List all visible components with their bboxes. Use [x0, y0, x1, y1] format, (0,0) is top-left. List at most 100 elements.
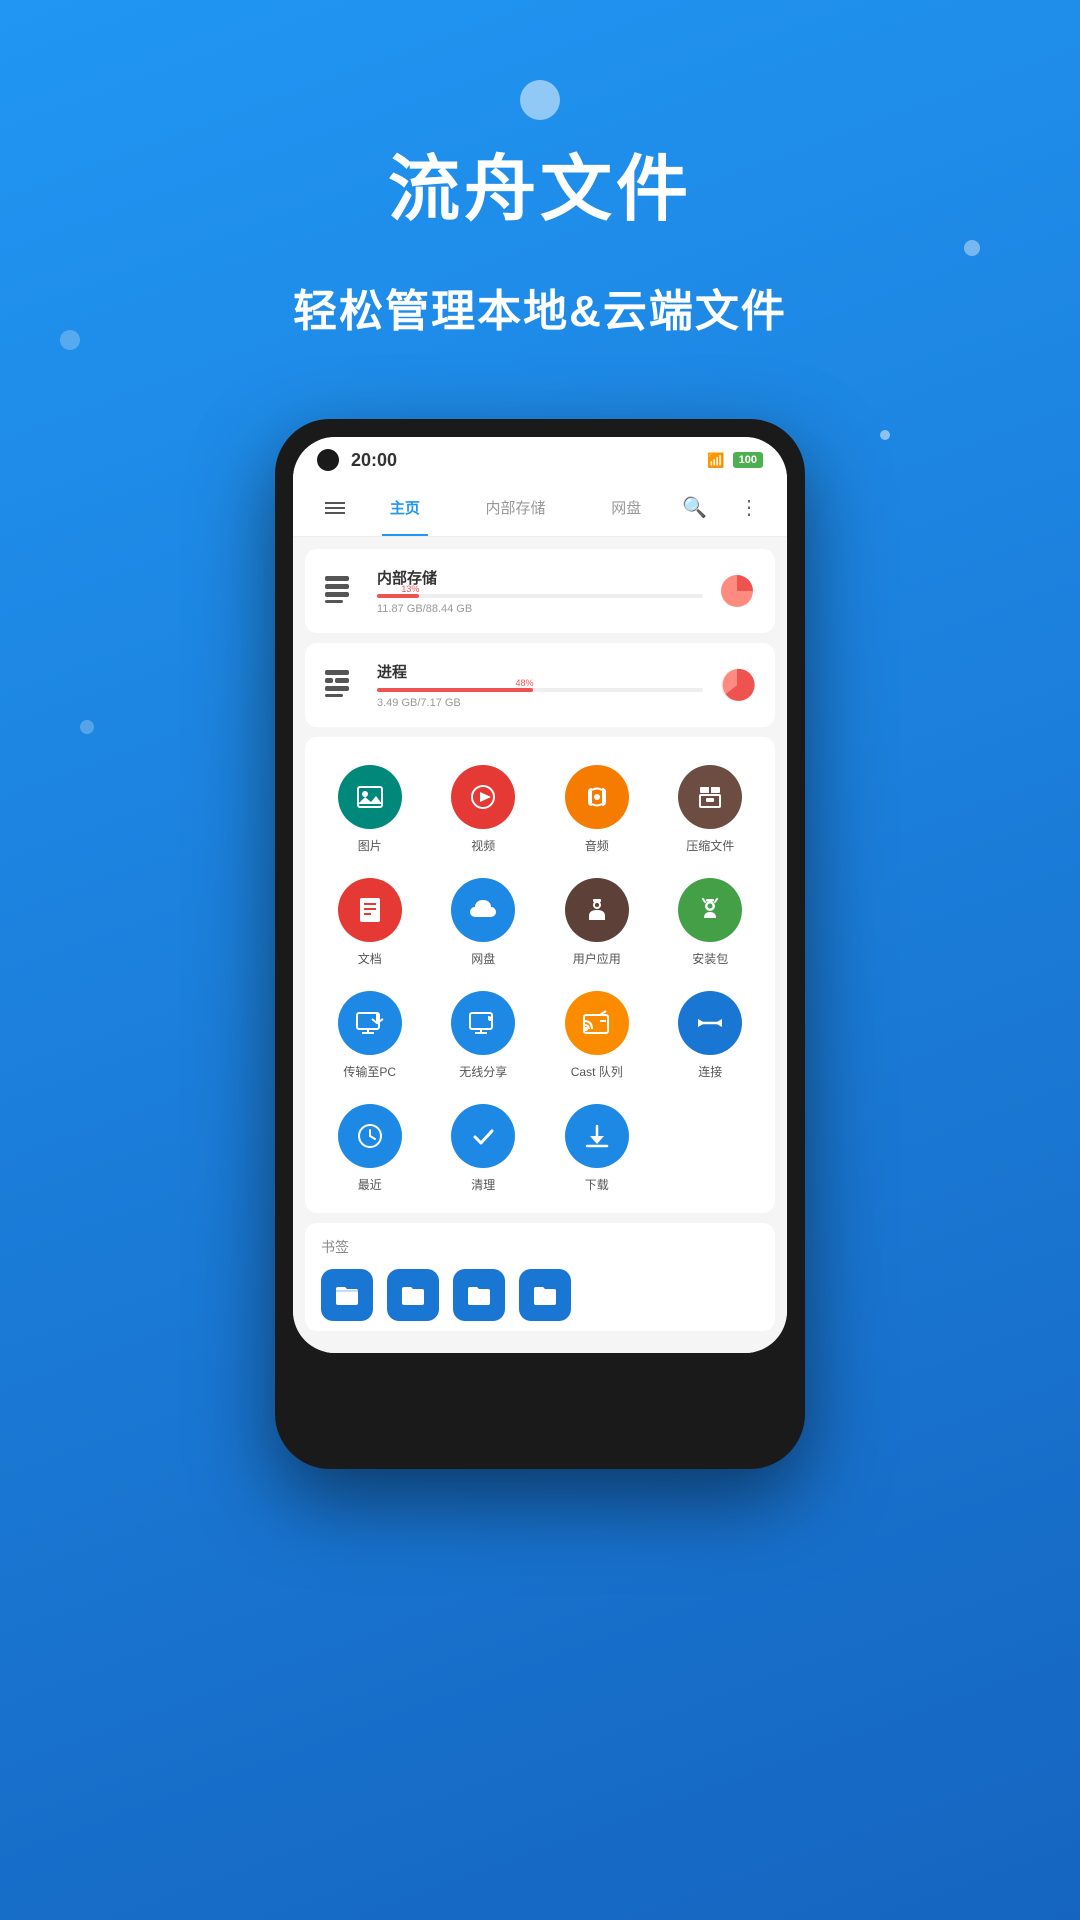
status-right: 📶 100 — [707, 452, 763, 469]
clean-label: 清理 — [471, 1176, 495, 1193]
apps-item[interactable]: 用户应用 — [540, 866, 654, 979]
process-card[interactable]: 进程 48% 3.49 GB/7.17 GB — [305, 643, 775, 727]
archive-item[interactable]: 压缩文件 — [654, 753, 768, 866]
transfer-label: 传输至PC — [343, 1063, 396, 1080]
process-name: 进程 — [377, 661, 703, 682]
netdisk-label: 网盘 — [471, 950, 495, 967]
battery-indicator: 100 — [733, 452, 763, 468]
video-label: 视频 — [471, 837, 495, 854]
download-item[interactable]: 下载 — [540, 1092, 654, 1205]
audio-label: 音频 — [585, 837, 609, 854]
process-info: 进程 48% 3.49 GB/7.17 GB — [377, 661, 703, 709]
internal-storage-pie — [719, 573, 755, 609]
wireless-icon — [451, 991, 515, 1055]
cast-icon — [565, 991, 629, 1055]
transfer-icon — [338, 991, 402, 1055]
video-icon — [451, 765, 515, 829]
process-percent: 48% — [515, 678, 533, 688]
status-bar: 20:00 📶 100 — [293, 437, 787, 479]
header: 流舟文件 轻松管理本地&云端文件 — [0, 0, 1080, 369]
download-label: 下载 — [585, 1176, 609, 1193]
download-icon — [565, 1104, 629, 1168]
connect-label: 连接 — [698, 1063, 722, 1080]
status-time: 20:00 — [351, 450, 397, 471]
transfer-item[interactable]: 传输至PC — [313, 979, 427, 1092]
docs-item[interactable]: 文档 — [313, 866, 427, 979]
hamburger-icon — [325, 502, 345, 514]
recent-icon — [338, 1104, 402, 1168]
phone-mockup: 20:00 📶 100 主页 内部存储 — [275, 419, 805, 1469]
top-navigation: 主页 内部存储 网盘 🔍 ⋮ — [293, 479, 787, 537]
netdisk-item[interactable]: 网盘 — [427, 866, 541, 979]
clean-icon — [451, 1104, 515, 1168]
archive-icon — [678, 765, 742, 829]
internal-storage-size: 11.87 GB/88.44 GB — [377, 603, 703, 615]
audio-item[interactable]: 音频 — [540, 753, 654, 866]
decorative-dot-4 — [880, 430, 890, 440]
connect-item[interactable]: 连接 — [654, 979, 768, 1092]
decorative-dot-5 — [80, 720, 94, 734]
internal-storage-info: 内部存储 13% 11.87 GB/88.44 GB — [377, 567, 703, 615]
docs-label: 文档 — [358, 950, 382, 967]
storage-icon — [325, 576, 361, 606]
apk-icon — [678, 878, 742, 942]
more-options-icon[interactable]: ⋮ — [731, 487, 767, 528]
nav-tabs: 主页 内部存储 网盘 — [357, 479, 674, 536]
docs-icon — [338, 878, 402, 942]
process-icon — [325, 670, 361, 700]
nav-actions: 🔍 ⋮ — [674, 487, 767, 528]
tab-cloud[interactable]: 网盘 — [603, 479, 649, 536]
process-pie — [719, 667, 755, 703]
icon-grid-section: 图片 视频 — [305, 737, 775, 1213]
wifi-icon: 📶 — [707, 452, 724, 469]
internal-storage-percent: 13% — [401, 584, 419, 594]
search-icon[interactable]: 🔍 — [674, 487, 715, 528]
decorative-dot-1 — [520, 80, 560, 120]
status-left: 20:00 — [317, 449, 397, 471]
photos-label: 图片 — [358, 837, 382, 854]
connect-icon — [678, 991, 742, 1055]
photos-icon — [338, 765, 402, 829]
bookmark-folder-2[interactable] — [387, 1269, 439, 1321]
cast-item[interactable]: Cast 队列 — [540, 979, 654, 1092]
video-item[interactable]: 视频 — [427, 753, 541, 866]
main-content: 内部存储 13% 11.87 GB/88.44 GB — [293, 537, 787, 1353]
internal-storage-name: 内部存储 — [377, 567, 703, 588]
bookmark-folder-3[interactable] — [453, 1269, 505, 1321]
decorative-dot-3 — [60, 330, 80, 350]
photos-item[interactable]: 图片 — [313, 753, 427, 866]
camera-dot — [317, 449, 339, 471]
clean-item[interactable]: 清理 — [427, 1092, 541, 1205]
process-size: 3.49 GB/7.17 GB — [377, 697, 703, 709]
icon-grid: 图片 视频 — [313, 753, 767, 1205]
bookmark-icons — [321, 1269, 759, 1321]
internal-storage-card[interactable]: 内部存储 13% 11.87 GB/88.44 GB — [305, 549, 775, 633]
internal-storage-progress: 13% — [377, 594, 703, 598]
tab-internal-storage[interactable]: 内部存储 — [478, 479, 554, 536]
recent-item[interactable]: 最近 — [313, 1092, 427, 1205]
bookmark-title: 书签 — [321, 1237, 759, 1257]
process-progress: 48% — [377, 688, 703, 692]
bookmark-folder-1[interactable] — [321, 1269, 373, 1321]
netdisk-icon — [451, 878, 515, 942]
apk-item[interactable]: 安装包 — [654, 866, 768, 979]
audio-icon — [565, 765, 629, 829]
app-title: 流舟文件 — [0, 130, 1080, 235]
bookmark-section: 书签 — [305, 1223, 775, 1331]
recent-label: 最近 — [358, 1176, 382, 1193]
archive-label: 压缩文件 — [686, 837, 734, 854]
wireless-label: 无线分享 — [459, 1063, 507, 1080]
wireless-item[interactable]: 无线分享 — [427, 979, 541, 1092]
cast-label: Cast 队列 — [571, 1063, 623, 1080]
apps-icon — [565, 878, 629, 942]
internal-storage-fill: 13% — [377, 594, 419, 598]
decorative-dot-2 — [964, 240, 980, 256]
phone-screen: 20:00 📶 100 主页 内部存储 — [293, 437, 787, 1353]
apk-label: 安装包 — [692, 950, 728, 967]
process-fill: 48% — [377, 688, 533, 692]
app-subtitle: 轻松管理本地&云端文件 — [0, 275, 1080, 339]
phone-container: 20:00 📶 100 主页 内部存储 — [0, 369, 1080, 1469]
tab-home[interactable]: 主页 — [382, 479, 428, 536]
menu-button[interactable] — [313, 483, 357, 533]
bookmark-folder-4[interactable] — [519, 1269, 571, 1321]
